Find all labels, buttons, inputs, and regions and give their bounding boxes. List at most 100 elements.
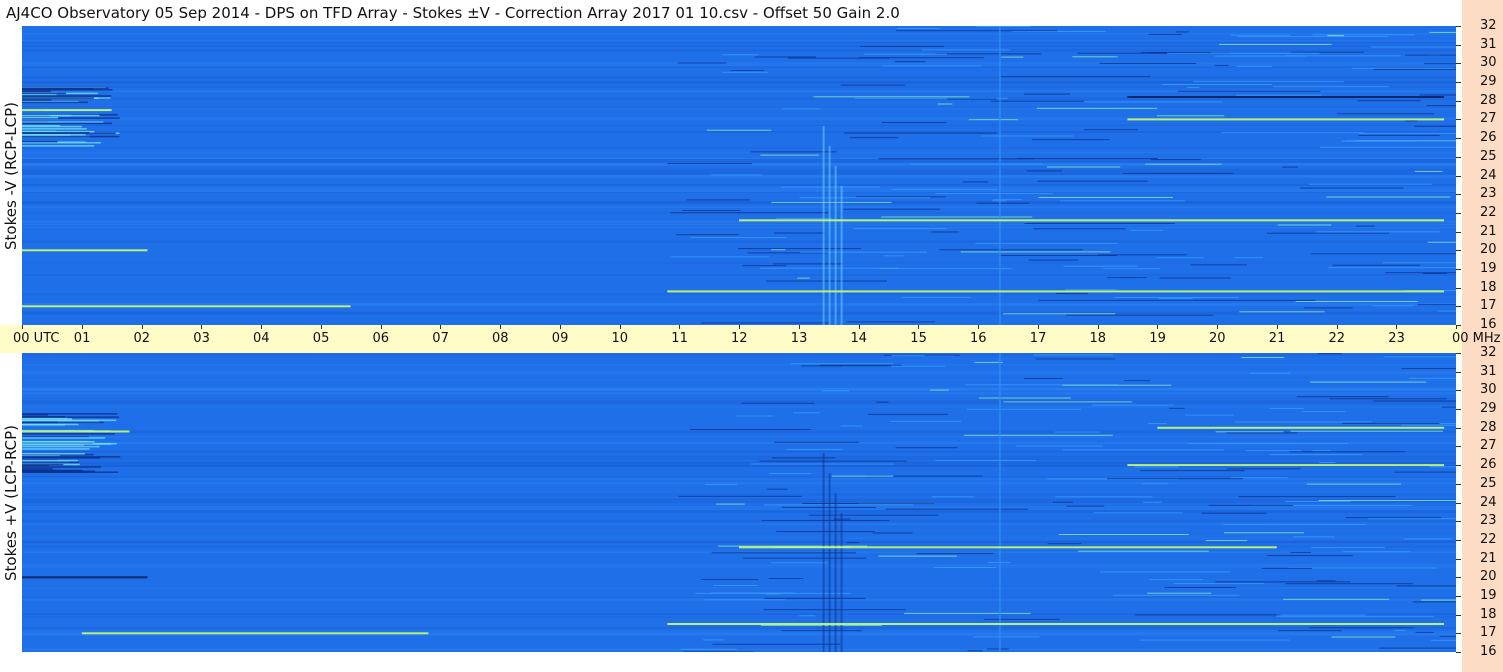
texture-streak	[730, 70, 765, 71]
left-activity-streak	[22, 416, 66, 418]
texture-streak	[706, 129, 772, 131]
freq-tick-label: 26	[1480, 457, 1497, 473]
texture-streak	[864, 53, 947, 55]
left-activity-streak	[22, 459, 78, 462]
freq-tick-label: 29	[1480, 74, 1497, 90]
texture-streak	[781, 630, 862, 632]
texture-streak	[1277, 224, 1332, 226]
texture-streak	[904, 612, 1031, 614]
texture-streak	[1383, 356, 1456, 358]
noise-band	[22, 510, 1456, 513]
time-tick-mark	[1276, 325, 1278, 329]
freq-tick-label: 16	[1480, 317, 1497, 332]
freq-tick-mark	[1456, 44, 1461, 46]
texture-streak	[769, 473, 812, 475]
texture-streak	[1405, 54, 1456, 56]
left-activity-streak	[22, 87, 109, 89]
freq-tick-label: 20	[1480, 242, 1497, 258]
texture-streak	[1159, 277, 1231, 279]
emission-feature	[22, 576, 148, 579]
texture-streak	[1417, 304, 1456, 306]
noise-band	[22, 63, 1456, 66]
time-tick-label: 00 UTC	[13, 331, 60, 346]
freq-tick-mark	[1456, 268, 1461, 270]
texture-streak	[1285, 583, 1413, 585]
time-tick-label: 18	[1089, 331, 1107, 346]
texture-streak	[1033, 354, 1114, 356]
texture-streak	[1237, 36, 1389, 38]
noise-band	[22, 379, 1456, 381]
texture-streak	[1230, 34, 1291, 36]
noise-band	[22, 76, 1456, 78]
texture-streak	[1178, 90, 1321, 92]
texture-streak	[878, 555, 957, 557]
texture-streak	[695, 592, 851, 594]
texture-streak	[774, 232, 825, 234]
vertical-burst	[822, 126, 825, 325]
texture-streak	[1054, 431, 1100, 433]
emission-feature	[22, 430, 130, 433]
texture-streak	[1320, 146, 1456, 148]
bottom-spectrogram	[22, 353, 1456, 652]
noise-band	[22, 33, 1456, 35]
texture-streak	[788, 57, 890, 59]
freq-tick-mark	[1456, 446, 1461, 448]
texture-streak	[1367, 518, 1456, 520]
texture-streak	[916, 553, 994, 555]
texture-streak	[1283, 598, 1390, 600]
top-panel-ylabel-container: Stokes -V (RCP-LCP)	[0, 26, 22, 325]
texture-streak	[1359, 132, 1456, 134]
texture-streak	[713, 585, 758, 586]
texture-streak	[1234, 421, 1372, 423]
noise-band	[22, 66, 1456, 69]
texture-streak	[1156, 257, 1204, 259]
texture-streak	[960, 251, 1111, 253]
texture-streak	[854, 228, 948, 230]
texture-streak	[1059, 200, 1185, 202]
texture-streak	[1371, 46, 1456, 48]
noise-band	[22, 508, 1456, 511]
texture-streak	[705, 484, 738, 486]
vertical-burst	[828, 146, 831, 325]
texture-streak	[1062, 384, 1172, 386]
texture-streak	[1226, 468, 1301, 470]
texture-streak	[1306, 483, 1401, 485]
texture-streak	[773, 263, 843, 265]
noise-band	[22, 493, 1456, 496]
texture-streak	[1062, 449, 1224, 451]
texture-streak	[1424, 63, 1456, 65]
texture-streak	[937, 103, 953, 105]
texture-streak	[761, 520, 890, 521]
texture-streak	[1241, 357, 1285, 358]
noise-band	[22, 41, 1456, 44]
freq-tick-label: 24	[1480, 167, 1497, 183]
freq-tick-label: 28	[1480, 419, 1497, 435]
freq-tick-label: 26	[1480, 130, 1497, 146]
texture-streak	[1175, 31, 1189, 33]
freq-tick-mark	[1456, 539, 1461, 541]
noise-band	[22, 401, 1456, 405]
texture-streak	[849, 137, 899, 139]
texture-streak	[1284, 501, 1351, 502]
texture-streak	[1299, 187, 1404, 189]
freq-tick-mark	[1456, 287, 1461, 289]
texture-streak	[968, 119, 1018, 121]
time-tick-label: 06	[372, 331, 390, 346]
emission-feature	[22, 305, 351, 308]
texture-streak	[798, 615, 816, 617]
texture-streak	[1140, 470, 1245, 472]
texture-streak	[1107, 277, 1147, 279]
texture-streak	[884, 255, 904, 257]
emission-feature	[1127, 96, 1445, 98]
texture-streak	[1385, 272, 1456, 274]
texture-streak	[1357, 100, 1421, 102]
texture-streak	[1205, 540, 1248, 542]
texture-streak	[1295, 301, 1419, 302]
noise-band	[22, 457, 1456, 460]
left-activity-streak	[22, 92, 66, 95]
freq-tick-label: 21	[1480, 223, 1497, 239]
texture-streak	[678, 495, 802, 497]
freq-tick-mark	[1456, 82, 1461, 84]
time-tick-label: 23	[1388, 331, 1405, 346]
texture-streak	[1337, 113, 1435, 115]
